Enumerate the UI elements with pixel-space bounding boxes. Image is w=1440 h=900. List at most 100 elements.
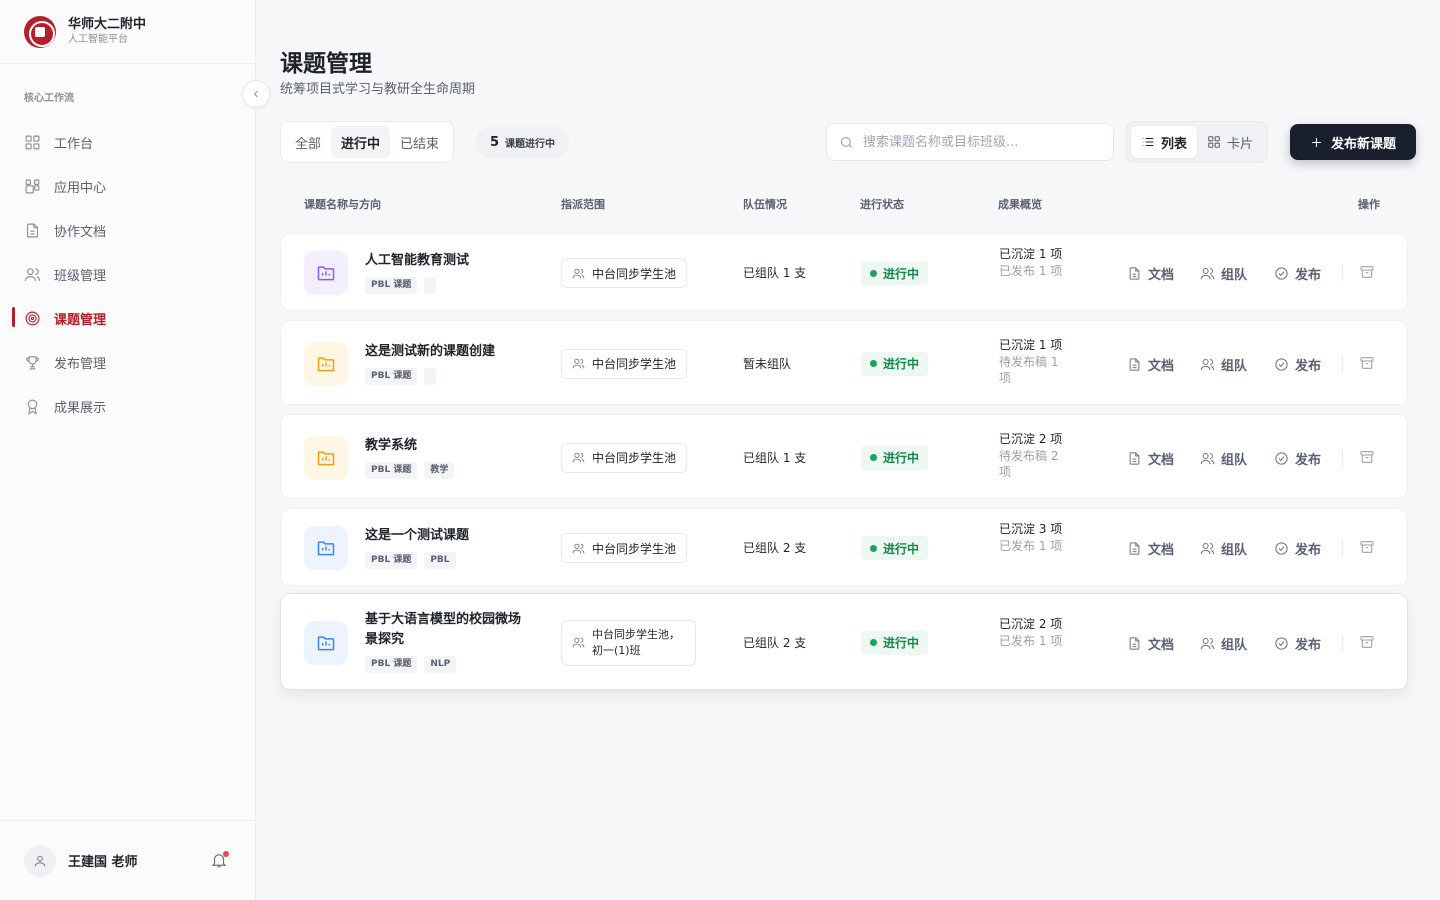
project-icon bbox=[304, 251, 348, 295]
project-tag: 教学 bbox=[424, 461, 455, 479]
sidebar-item-showcase[interactable]: 成果展示 bbox=[0, 384, 255, 428]
publish-button[interactable]: 发布 bbox=[1274, 449, 1321, 468]
assign-scope[interactable]: 中台同步学生池 bbox=[561, 442, 688, 473]
table-row[interactable]: 人工智能教育测试 PBL 课题 中台同步学生池 已组队 1 支 进行中 已沉淀 1 项已发… bbox=[280, 233, 1408, 311]
view-card-button[interactable]: 卡片 bbox=[1197, 126, 1263, 158]
sidebar-item-classes[interactable]: 班级管理 bbox=[0, 252, 255, 296]
project-name[interactable]: 这是一个测试课题 bbox=[365, 526, 525, 546]
results-saved: 已沉淀 3 项 bbox=[999, 522, 1063, 536]
apps-icon bbox=[25, 179, 40, 193]
docs-label: 文档 bbox=[1148, 452, 1175, 468]
brand-name: 华师大二附中 bbox=[68, 17, 147, 32]
filter-active[interactable]: 进行中 bbox=[331, 126, 391, 158]
check-circle-icon bbox=[1275, 636, 1288, 650]
project-tags: PBL 课题 PBL bbox=[365, 552, 525, 569]
sidebar-item-docs[interactable]: 协作文档 bbox=[0, 208, 255, 252]
results-published: 待发布稿 1 项 bbox=[999, 354, 1059, 385]
filter-all[interactable]: 全部 bbox=[285, 126, 331, 158]
sidebar-item-publish[interactable]: 发布管理 bbox=[0, 340, 255, 384]
user-bar: 王建国 老师 bbox=[0, 820, 256, 900]
status-badge: 进行中 bbox=[861, 445, 929, 470]
archive-button[interactable] bbox=[1359, 264, 1375, 284]
view-toggle: 列表 卡片 bbox=[1126, 121, 1269, 163]
check-circle-icon bbox=[1275, 357, 1288, 371]
search-box bbox=[826, 123, 1114, 161]
assign-scope[interactable]: 中台同步学生池，初一(1)班 bbox=[561, 619, 696, 666]
plus-icon bbox=[1312, 137, 1321, 147]
project-tag bbox=[424, 367, 437, 385]
sidebar-item-label: 应用中心 bbox=[54, 180, 107, 196]
list-icon bbox=[1142, 137, 1154, 147]
assign-scope[interactable]: 中台同步学生池 bbox=[561, 533, 688, 563]
nav-section-label: 核心工作流 bbox=[24, 93, 74, 104]
status-badge: 进行中 bbox=[861, 536, 929, 560]
sidebar: 华师大二附中 人工智能平台 核心工作流 工作台 应用中心 协作文档 班级管理 课… bbox=[0, 0, 256, 900]
publish-button[interactable]: 发布 bbox=[1274, 539, 1321, 558]
sidebar-item-projects[interactable]: 课题管理 bbox=[0, 296, 255, 340]
assign-scope[interactable]: 中台同步学生池 bbox=[561, 348, 688, 379]
project-name[interactable]: 人工智能教育测试 bbox=[365, 251, 525, 271]
publish-button[interactable]: 发布 bbox=[1274, 355, 1321, 374]
divider bbox=[1342, 449, 1343, 466]
results-saved: 已沉淀 2 项 bbox=[999, 616, 1063, 631]
users-icon bbox=[24, 267, 41, 281]
table-row[interactable]: 这是一个测试课题 PBL 课题 PBL 中台同步学生池 已组队 2 支 进行中 已沉淀 3 … bbox=[280, 508, 1408, 586]
publish-button[interactable]: 发布 bbox=[1274, 634, 1321, 653]
trophy-icon bbox=[26, 355, 39, 369]
publish-new-project-button[interactable]: 发布新课题 bbox=[1290, 124, 1416, 160]
team-button[interactable]: 组队 bbox=[1200, 264, 1247, 283]
project-name[interactable]: 基于大语言模型的校园微场景探究 bbox=[365, 610, 525, 650]
sidebar-item-workbench[interactable]: 工作台 bbox=[0, 120, 255, 164]
folder-chart-icon bbox=[317, 541, 335, 556]
results-overview: 已沉淀 1 项待发布稿 1 项 bbox=[999, 336, 1065, 386]
notification-bell[interactable] bbox=[210, 851, 230, 871]
docs-button[interactable]: 文档 bbox=[1127, 264, 1174, 283]
project-icon bbox=[304, 435, 348, 480]
view-list-button[interactable]: 列表 bbox=[1131, 126, 1198, 158]
sidebar-item-apps[interactable]: 应用中心 bbox=[0, 164, 255, 208]
archive-icon bbox=[1360, 266, 1374, 278]
team-icon bbox=[1200, 543, 1215, 555]
sidebar-item-label: 班级管理 bbox=[54, 268, 107, 284]
project-name[interactable]: 这是测试新的课题创建 bbox=[365, 342, 525, 362]
table-row[interactable]: 教学系统 PBL 课题 教学 中台同步学生池 已组队 1 支 进行中 已沉淀 2 项待发布稿… bbox=[280, 414, 1408, 499]
avatar[interactable] bbox=[24, 844, 56, 877]
project-tags: PBL 课题 NLP bbox=[365, 655, 525, 673]
results-published: 已发布 1 项 bbox=[999, 539, 1063, 553]
users-icon bbox=[572, 268, 585, 278]
table-row[interactable]: 这是测试新的课题创建 PBL 课题 中台同步学生池 暂未组队 进行中 已沉淀 1 项待发布… bbox=[280, 320, 1408, 405]
archive-button[interactable] bbox=[1359, 539, 1375, 559]
project-icon bbox=[304, 620, 348, 665]
team-label: 组队 bbox=[1221, 452, 1248, 468]
header-actions: 操作 bbox=[1358, 198, 1380, 211]
docs-button[interactable]: 文档 bbox=[1127, 355, 1174, 374]
project-name[interactable]: 教学系统 bbox=[365, 436, 525, 456]
users-icon bbox=[572, 543, 585, 553]
status-badge: 进行中 bbox=[861, 261, 929, 285]
archive-button[interactable] bbox=[1359, 634, 1375, 654]
docs-button[interactable]: 文档 bbox=[1127, 539, 1174, 558]
team-button[interactable]: 组队 bbox=[1200, 449, 1247, 468]
team-button[interactable]: 组队 bbox=[1200, 539, 1247, 558]
search-input[interactable] bbox=[863, 134, 1103, 150]
team-button[interactable]: 组队 bbox=[1200, 634, 1247, 653]
team-status: 暂未组队 bbox=[743, 356, 792, 371]
status-dot bbox=[870, 360, 877, 367]
count-badge: 5 课题进行中 bbox=[476, 126, 570, 158]
document-icon bbox=[1129, 267, 1140, 280]
assign-scope[interactable]: 中台同步学生池 bbox=[561, 258, 688, 288]
status-filter: 全部 进行中 已结束 bbox=[280, 121, 455, 163]
archive-button[interactable] bbox=[1359, 449, 1375, 469]
archive-icon bbox=[1360, 541, 1374, 553]
team-button[interactable]: 组队 bbox=[1200, 355, 1247, 374]
table-row[interactable]: 基于大语言模型的校园微场景探究 PBL 课题 NLP 中台同步学生池，初一(1)班 已组… bbox=[280, 593, 1408, 690]
award-icon bbox=[27, 399, 38, 415]
docs-button[interactable]: 文档 bbox=[1127, 449, 1174, 468]
publish-button-label: 发布新课题 bbox=[1330, 136, 1396, 152]
publish-button[interactable]: 发布 bbox=[1274, 264, 1321, 283]
archive-button[interactable] bbox=[1359, 355, 1375, 375]
docs-button[interactable]: 文档 bbox=[1127, 634, 1174, 653]
filter-ended[interactable]: 已结束 bbox=[390, 126, 449, 158]
sidebar-collapse-button[interactable] bbox=[242, 80, 270, 108]
status-label: 进行中 bbox=[883, 636, 920, 650]
